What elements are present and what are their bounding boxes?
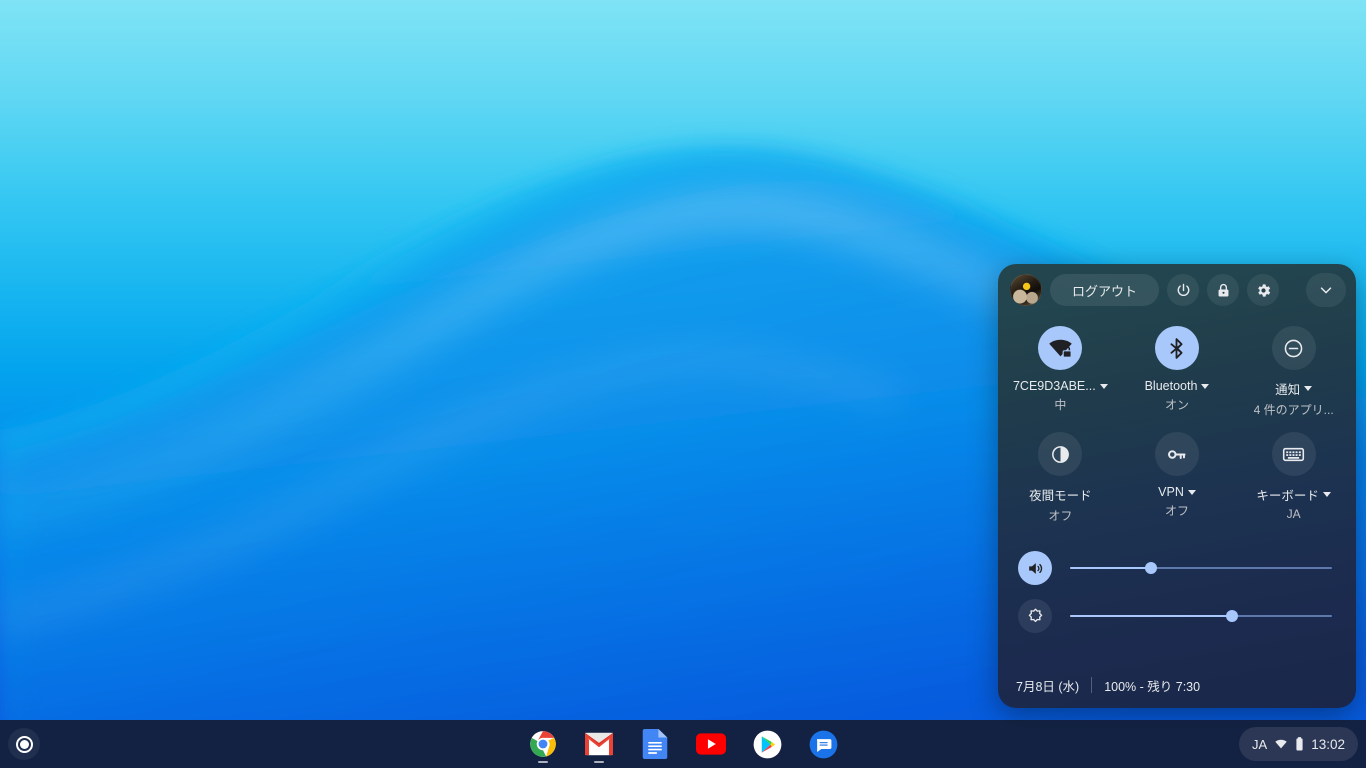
chevron-down-icon[interactable] xyxy=(1201,383,1210,389)
gmail-icon xyxy=(585,732,613,756)
pod-keyboard[interactable]: キーボード JA xyxy=(1235,432,1352,524)
collapse-panel-button[interactable] xyxy=(1306,273,1346,307)
volume-toggle-button[interactable] xyxy=(1018,551,1052,585)
battery-full-icon xyxy=(1296,737,1303,751)
pod-night-light-label-row: 夜間モード xyxy=(1029,485,1092,504)
pod-vpn-sublabel: オフ xyxy=(1164,504,1189,518)
pod-notifications-sublabel: 4 件のアプリ... xyxy=(1253,403,1334,417)
chevron-down-icon[interactable] xyxy=(1187,489,1196,495)
pod-notifications[interactable]: 通知 4 件のアプリ... xyxy=(1235,326,1352,418)
brightness-slider[interactable] xyxy=(1070,608,1332,624)
sign-out-button[interactable]: ログアウト xyxy=(1050,274,1160,306)
brightness-slider-fill xyxy=(1070,615,1233,617)
chevron-down-icon[interactable] xyxy=(1304,386,1313,391)
wifi-locked-icon xyxy=(1049,339,1072,358)
youtube-icon xyxy=(696,733,726,755)
pod-keyboard-label: キーボード xyxy=(1256,489,1319,503)
brightness-icon xyxy=(1028,608,1042,622)
shelf-app-chrome[interactable] xyxy=(526,722,560,766)
launcher-icon xyxy=(15,735,33,753)
status-area-button[interactable]: JA 13:02 xyxy=(1239,727,1358,761)
launcher-button[interactable] xyxy=(8,728,40,760)
keyboard-icon xyxy=(1283,447,1305,461)
pod-bluetooth-icon-bg xyxy=(1154,326,1199,370)
pod-notifications-label-row: 通知 xyxy=(1275,379,1313,398)
chevron-down-icon[interactable] xyxy=(1099,383,1108,389)
pod-vpn-icon-bg xyxy=(1154,432,1199,476)
pod-keyboard-label-row: キーボード xyxy=(1256,485,1331,504)
power-button[interactable] xyxy=(1167,274,1200,306)
pod-night-light[interactable]: 夜間モード オフ xyxy=(1002,432,1119,524)
brightness-slider-row xyxy=(1018,592,1332,640)
app-running-indicator xyxy=(594,761,604,763)
pod-network-sublabel: 中 xyxy=(1054,398,1067,412)
volume-slider[interactable] xyxy=(1070,560,1332,576)
pod-night-light-sublabel: オフ xyxy=(1048,509,1073,523)
status-language-label: JA xyxy=(1252,736,1268,752)
wifi-icon xyxy=(1275,739,1287,749)
pod-vpn-label-row: VPN xyxy=(1158,485,1196,499)
tray-battery-label[interactable]: 100% - 残り 7:30 xyxy=(1104,676,1200,695)
shelf-app-play-store[interactable] xyxy=(750,722,784,766)
lock-icon xyxy=(1218,283,1228,297)
chevron-down-icon xyxy=(1320,287,1332,294)
play-store-icon xyxy=(753,730,781,758)
brightness-slider-thumb[interactable] xyxy=(1226,610,1239,622)
vpn-key-icon xyxy=(1168,449,1187,459)
bluetooth-icon xyxy=(1170,337,1183,359)
tray-date-label[interactable]: 7月8日 (水) xyxy=(1016,676,1079,695)
power-icon xyxy=(1177,283,1189,296)
pod-network[interactable]: 7CE9D3ABE... 中 xyxy=(1002,326,1119,418)
brightness-button[interactable] xyxy=(1018,599,1052,633)
system-tray-panel: ログアウト 7CE9D3ABE... 中 Bluetooth オン 通知 4 件… xyxy=(998,264,1356,708)
volume-up-icon xyxy=(1028,562,1042,574)
launcher-dot xyxy=(19,739,29,749)
feature-pods-grid: 7CE9D3ABE... 中 Bluetooth オン 通知 4 件のアプリ..… xyxy=(998,316,1356,524)
shelf: JA 13:02 xyxy=(0,720,1366,768)
settings-button[interactable] xyxy=(1247,274,1280,306)
pod-keyboard-sublabel: JA xyxy=(1286,507,1301,521)
docs-icon xyxy=(642,729,668,759)
volume-slider-fill xyxy=(1070,567,1152,569)
tray-footer: 7月8日 (水) 100% - 残り 7:30 xyxy=(998,662,1356,708)
status-clock-label: 13:02 xyxy=(1311,736,1345,752)
shelf-app-gmail[interactable] xyxy=(582,722,616,766)
chrome-icon xyxy=(530,731,556,757)
pod-notifications-label: 通知 xyxy=(1275,383,1301,397)
night-light-icon xyxy=(1051,445,1069,463)
pod-vpn-label: VPN xyxy=(1158,485,1184,499)
tray-sliders xyxy=(998,524,1356,640)
app-running-indicator xyxy=(538,761,548,763)
pod-bluetooth[interactable]: Bluetooth オン xyxy=(1119,326,1236,418)
tray-topbar: ログアウト xyxy=(998,264,1356,316)
shelf-app-docs[interactable] xyxy=(638,722,672,766)
avatar[interactable] xyxy=(1010,274,1042,306)
pod-notifications-icon-bg xyxy=(1271,326,1316,370)
chevron-down-icon[interactable] xyxy=(1322,492,1331,497)
volume-slider-row xyxy=(1018,544,1332,592)
pod-night-light-icon-bg xyxy=(1038,432,1083,476)
footer-divider xyxy=(1091,677,1093,693)
pod-vpn[interactable]: VPN オフ xyxy=(1119,432,1236,524)
gear-icon xyxy=(1257,283,1270,297)
pod-keyboard-icon-bg xyxy=(1271,432,1316,476)
pod-night-light-label: 夜間モード xyxy=(1029,489,1092,503)
shelf-app-youtube[interactable] xyxy=(694,722,728,766)
pod-network-label: 7CE9D3ABE... xyxy=(1012,379,1096,393)
messages-icon xyxy=(809,730,837,758)
pod-bluetooth-sublabel: オン xyxy=(1164,398,1189,412)
pod-bluetooth-label: Bluetooth xyxy=(1144,379,1198,393)
shelf-app-list xyxy=(526,720,840,768)
pod-network-icon-bg xyxy=(1038,326,1083,370)
pod-network-label-row: 7CE9D3ABE... xyxy=(1013,379,1108,393)
volume-slider-thumb[interactable] xyxy=(1145,562,1158,574)
shelf-app-messages[interactable] xyxy=(806,722,840,766)
lock-button[interactable] xyxy=(1207,274,1240,306)
do-not-disturb-icon xyxy=(1284,339,1303,357)
pod-bluetooth-label-row: Bluetooth xyxy=(1145,379,1210,393)
